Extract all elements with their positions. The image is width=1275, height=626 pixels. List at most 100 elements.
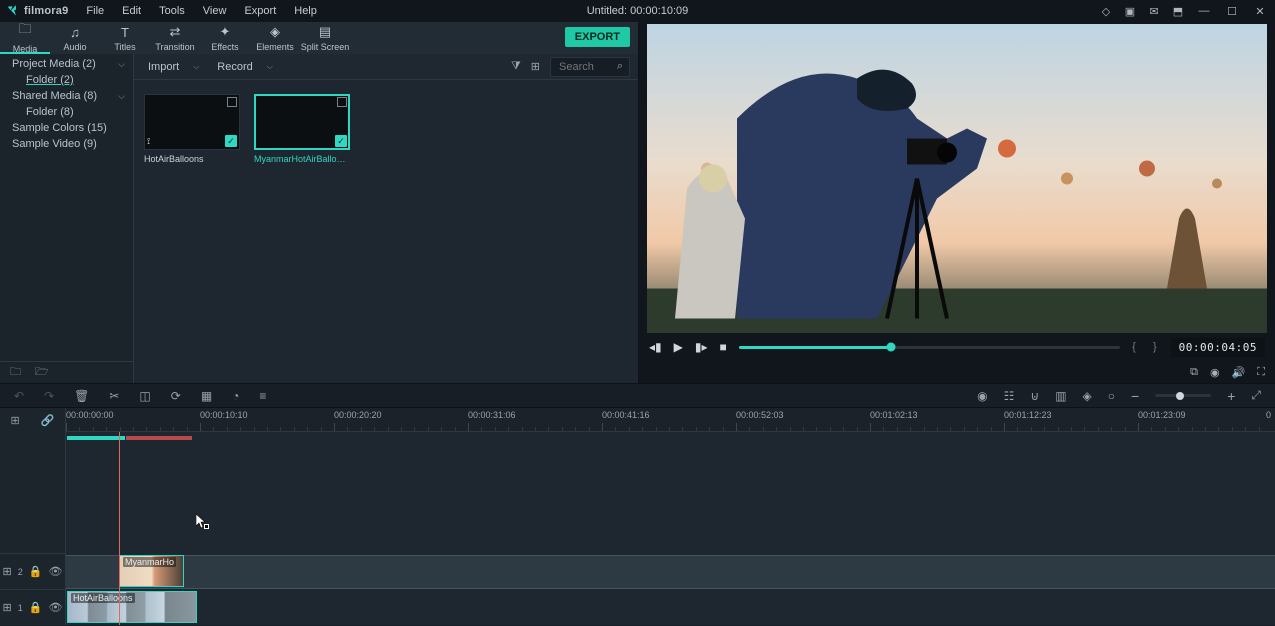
media-thumb-0[interactable]: ⟟✓ HotAirBalloons — [144, 94, 240, 369]
voiceover-icon[interactable]: ☷ — [1004, 389, 1015, 403]
next-frame-icon[interactable]: ▮▸ — [695, 340, 708, 354]
timeline: ⊞ 🔗 0 00:00:00:0000:00:10:1000:00:20:200… — [0, 408, 1275, 625]
record-dropdown[interactable]: Record⌵ — [211, 61, 279, 73]
window-close[interactable]: ✕ — [1251, 4, 1269, 18]
preview-image — [647, 24, 1267, 333]
timeline-clip-2[interactable]: MyanmarHo — [119, 555, 184, 587]
save-icon[interactable]: ▣ — [1123, 4, 1137, 18]
window-maximize[interactable]: ☐ — [1223, 4, 1241, 18]
timeline-toolbar: ↶ ↷ 🗑 ✂ ◫ ⟳ ▦ ◔ ≡ ◉ ☷ ⊍ ▥ ◈ ○ − + ⤢ — [0, 384, 1275, 408]
menu-export[interactable]: Export — [236, 1, 284, 21]
search-input[interactable]: ⌕ — [550, 57, 630, 77]
ruler-label: 00:01:23:09 — [1138, 410, 1186, 420]
tree-sample-video[interactable]: Sample Video (9) — [0, 136, 133, 152]
menu-view[interactable]: View — [195, 1, 235, 21]
import-dropdown[interactable]: Import⌵ — [142, 61, 205, 73]
app-logo: filmora9 — [6, 4, 68, 18]
playhead[interactable] — [119, 432, 120, 625]
speed-icon[interactable]: ⟳ — [171, 389, 181, 403]
greenscreen-icon[interactable]: ◔ — [232, 389, 239, 403]
window-minimize[interactable]: — — [1195, 4, 1213, 18]
timeline-clip-1[interactable]: HotAirBalloons — [67, 591, 197, 623]
preview-viewport[interactable] — [647, 24, 1267, 333]
menu-file[interactable]: File — [78, 1, 112, 21]
prev-frame-icon[interactable]: ◂▮ — [649, 340, 662, 354]
ruler-label: 00:00:10:10 — [200, 410, 248, 420]
track-link-icon[interactable]: 🔗 — [41, 414, 55, 427]
source-tabs: 🗀Media ♫Audio TTitles ⇄Transition ✦Effec… — [0, 22, 638, 54]
play-icon[interactable]: ▶ — [674, 340, 683, 354]
tree-folder-2[interactable]: Folder (2) — [0, 72, 133, 88]
export-button[interactable]: EXPORT — [565, 27, 630, 47]
message-icon[interactable]: ✉ — [1147, 4, 1161, 18]
crop-icon[interactable]: ◫ — [139, 389, 150, 403]
volume-icon[interactable]: 🔊 — [1232, 366, 1246, 379]
track-video-icon: ⊞ — [3, 565, 12, 578]
undo-icon[interactable]: ↶ — [14, 389, 24, 403]
tree-footer: 🗀 🗁 — [0, 361, 133, 383]
quality-icon[interactable]: ⧉ — [1190, 366, 1198, 379]
tab-splitscreen[interactable]: ▤Split Screen — [300, 22, 350, 54]
thumb-type-icon: ⟟ — [147, 136, 150, 147]
track-lock-icon[interactable]: 🔒 — [29, 565, 43, 578]
menu-help[interactable]: Help — [286, 1, 325, 21]
track-eye-icon[interactable]: 👁 — [48, 601, 62, 614]
redo-icon[interactable]: ↷ — [44, 389, 54, 403]
tab-elements[interactable]: ◈Elements — [250, 22, 300, 54]
timeline-tracks[interactable]: HotAirBalloons MyanmarHo — [66, 432, 1275, 625]
adjust-icon[interactable]: ≡ — [259, 389, 266, 403]
app-name: filmora9 — [24, 5, 68, 17]
thumb-option-icon — [337, 97, 347, 107]
filter-icon[interactable]: ⧩ — [511, 60, 521, 73]
preview-controls: ◂▮ ▶ ▮▸ ■ { } 00:00:04:05 — [639, 333, 1275, 361]
tab-media[interactable]: 🗀Media — [0, 22, 50, 54]
track-lock-icon[interactable]: 🔒 — [29, 601, 43, 614]
ruler-label: 00:01:02:13 — [870, 410, 918, 420]
media-tree: Project Media (2)⌵ Folder (2) Shared Med… — [0, 54, 134, 383]
account-icon[interactable]: ◇ — [1099, 4, 1113, 18]
track-eye-icon[interactable]: 👁 — [48, 565, 62, 578]
track-add-icon[interactable]: ⊞ — [11, 414, 20, 427]
mixer-icon[interactable]: ▥ — [1055, 389, 1066, 403]
media-toolbar: Import⌵ Record⌵ ⧩ ⊞ ⌕ — [134, 54, 638, 80]
zoom-out-icon[interactable]: − — [1131, 388, 1139, 404]
tree-project-media[interactable]: Project Media (2)⌵ — [0, 56, 133, 72]
tab-audio[interactable]: ♫Audio — [50, 22, 100, 54]
new-folder-icon[interactable]: 🗀 — [10, 363, 21, 382]
ruler-label: 00:00:00:00 — [66, 410, 114, 420]
zoom-fit-icon[interactable]: ⤢ — [1251, 388, 1261, 403]
ruler-label: 00:00:31:06 — [468, 410, 516, 420]
ruler-label: 00:00:52:03 — [736, 410, 784, 420]
tree-shared-media[interactable]: Shared Media (8)⌵ — [0, 88, 133, 104]
track-head-2[interactable]: ⊞ 2 🔒 👁 — [0, 553, 65, 589]
preview-progress[interactable] — [739, 346, 1120, 349]
search-icon: ⌕ — [617, 60, 623, 73]
fullscreen-icon[interactable]: ⛶ — [1257, 366, 1265, 379]
split-icon[interactable]: ✂ — [109, 389, 119, 403]
tab-transition[interactable]: ⇄Transition — [150, 22, 200, 54]
color-icon[interactable]: ▦ — [201, 389, 212, 403]
notification-icon[interactable]: ⬒ — [1171, 4, 1185, 18]
tab-effects[interactable]: ✦Effects — [200, 22, 250, 54]
snapshot-icon[interactable]: ◉ — [1210, 366, 1220, 379]
tree-folder-8[interactable]: Folder (8) — [0, 104, 133, 120]
menu-tools[interactable]: Tools — [151, 1, 193, 21]
marker-icon[interactable]: ◈ — [1083, 389, 1092, 403]
preview-panel: ◂▮ ▶ ▮▸ ■ { } 00:00:04:05 ⧉ ◉ 🔊 ⛶ — [639, 22, 1275, 383]
open-folder-icon[interactable]: 🗁 — [35, 363, 49, 382]
tab-titles[interactable]: TTitles — [100, 22, 150, 54]
render-icon[interactable]: ◉ — [977, 389, 987, 403]
media-thumb-1[interactable]: ✓ MyanmarHotAirBalloons5 — [254, 94, 350, 369]
delete-icon[interactable]: 🗑 — [74, 389, 89, 403]
mark-in-out-icon[interactable]: { } — [1132, 341, 1159, 353]
tree-sample-colors[interactable]: Sample Colors (15) — [0, 120, 133, 136]
menu-edit[interactable]: Edit — [114, 1, 149, 21]
ripple-icon[interactable]: ○ — [1108, 389, 1115, 403]
stop-icon[interactable]: ■ — [720, 340, 727, 354]
track-head-1[interactable]: ⊞ 1 🔒 👁 — [0, 589, 65, 625]
mic-icon[interactable]: ⊍ — [1030, 389, 1039, 403]
zoom-in-icon[interactable]: + — [1227, 388, 1235, 404]
zoom-slider[interactable] — [1155, 394, 1211, 397]
grid-view-icon[interactable]: ⊞ — [531, 60, 540, 73]
timeline-ruler[interactable]: 0 00:00:00:0000:00:10:1000:00:20:2000:00… — [66, 408, 1275, 432]
